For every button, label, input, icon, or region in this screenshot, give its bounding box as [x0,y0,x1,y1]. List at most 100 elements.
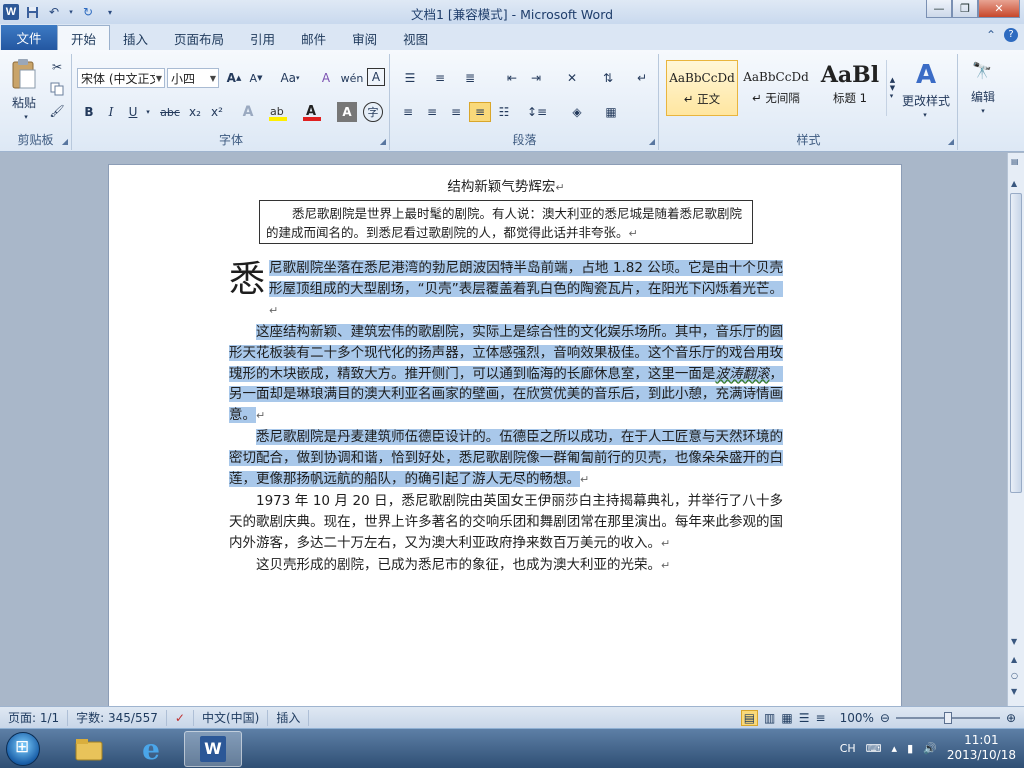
subscript-button[interactable]: x₂ [185,102,205,122]
scroll-up-icon[interactable]: ▲ [1011,179,1017,188]
line-spacing-icon[interactable]: ↕≡ [523,102,551,122]
keyboard-icon[interactable]: ⌨ [866,742,882,755]
superscript-button[interactable]: x² [207,102,227,122]
document-title[interactable]: 结构新颖气势辉宏↵ [109,175,903,195]
tray-expand-icon[interactable]: ▴ [892,742,898,755]
decrease-indent-icon[interactable]: ⇤ [501,68,523,88]
underline-dropdown-icon[interactable]: ▾ [143,102,153,122]
sort-icon[interactable]: ⇅ [597,68,619,88]
close-button[interactable]: ✕ [978,0,1020,18]
next-page-icon[interactable]: ▼ [1011,687,1017,696]
highlight-button[interactable]: ab [265,102,293,122]
shading-icon[interactable]: ◈ [563,102,591,122]
start-button[interactable] [6,732,40,766]
scrollbar-thumb[interactable] [1010,193,1022,493]
word-count[interactable]: 字数: 345/557 [68,709,167,726]
paste-icon[interactable] [8,56,40,92]
underline-button[interactable]: U [123,102,143,122]
show-marks-icon[interactable]: ↵ [631,68,653,88]
zoom-out-icon[interactable]: ⊖ [880,711,890,725]
font-launcher-icon[interactable]: ◢ [380,137,386,146]
zoom-slider[interactable] [895,712,1000,724]
justify-icon[interactable]: ≡ [469,102,491,122]
previous-page-icon[interactable]: ▲ [1011,655,1017,664]
align-left-icon[interactable]: ≡ [397,102,419,122]
insert-mode[interactable]: 插入 [268,709,310,726]
paragraph-launcher-icon[interactable]: ◢ [649,137,655,146]
asian-layout-icon[interactable]: ✕ [557,68,587,88]
bullets-icon[interactable]: ☰ [397,68,423,88]
language-indicator[interactable]: 中文(中国) [194,709,269,726]
redo-icon[interactable]: ↻ [79,3,97,21]
body-text[interactable]: 悉尼歌剧院坐落在悉尼港湾的勃尼朗波因特半岛前端，占地 1.82 公顷。它是由十个… [229,258,784,577]
font-name-dropdown[interactable]: 宋体 (中文正文) ▼ [77,68,165,88]
customize-qat-icon[interactable]: ▾ [101,3,119,21]
tab-file[interactable]: 文件 [1,25,57,50]
character-border-button[interactable]: A [367,68,385,86]
tab-review[interactable]: 审阅 [339,26,390,50]
clock[interactable]: 11:01 2013/10/18 [947,733,1016,763]
text-effects-icon[interactable]: A [237,102,259,122]
strikethrough-button[interactable]: abc [157,102,183,122]
draft-view-icon[interactable]: ≡ [816,711,826,725]
zoom-level[interactable]: 100% [840,711,874,725]
paragraph-4[interactable]: 1973 年 10 月 20 日，悉尼歌剧院由英国女王伊丽莎白主持揭幕典礼，并举… [229,491,783,555]
copy-icon[interactable] [48,80,66,98]
web-layout-icon[interactable]: ▦ [781,711,792,725]
paste-button[interactable]: 粘贴 [6,94,42,110]
format-painter-icon[interactable]: 🖌 [48,102,66,120]
clear-formatting-button[interactable]: A [315,68,337,88]
borders-icon[interactable]: ▦ [597,102,625,122]
paragraph-1[interactable]: 悉尼歌剧院坐落在悉尼港湾的勃尼朗波因特半岛前端，占地 1.82 公顷。它是由十个… [229,258,783,322]
paragraph-5[interactable]: 这贝壳形成的剧院，已成为悉尼市的象征，也成为澳大利亚的光荣。↵ [229,555,783,577]
change-case-button[interactable]: Aa ▾ [275,68,305,88]
undo-icon[interactable]: ↶ [45,3,63,21]
minimize-ribbon-icon[interactable]: ⌃ [986,28,996,42]
vertical-scrollbar[interactable]: ▤ ▲ ▼ ▲ ○ ▼ [1007,153,1024,706]
change-styles-button[interactable]: 更改样式 [898,92,954,108]
bold-button[interactable]: B [79,102,99,122]
browse-object-icon[interactable]: ○ [1011,671,1018,680]
ruler-toggle-icon[interactable]: ▤ [1011,157,1019,166]
save-icon[interactable] [23,3,41,21]
minimize-button[interactable]: — [926,0,952,18]
document-page[interactable]: 结构新颖气势辉宏↵ 悉尼歌剧院是世界上最时髦的剧院。有人说：澳大利亚的悉尼城是随… [108,164,902,706]
scroll-down-icon[interactable]: ▼ [1011,637,1017,646]
ime-indicator[interactable]: CH [840,742,856,755]
multilevel-list-icon[interactable]: ≣ [457,68,483,88]
font-color-button[interactable]: A [299,102,327,122]
outline-view-icon[interactable]: ☰ [799,711,810,725]
zoom-slider-thumb[interactable] [943,712,952,724]
word-taskbar-icon[interactable]: W [184,731,242,767]
editing-button[interactable]: 编辑 [963,88,1003,104]
undo-dropdown-icon[interactable]: ▾ [67,3,75,21]
increase-indent-icon[interactable]: ⇥ [525,68,547,88]
explorer-icon[interactable] [60,731,118,767]
change-styles-icon[interactable]: A [904,60,948,90]
volume-icon[interactable]: 🔊 [923,742,937,755]
clipboard-launcher-icon[interactable]: ◢ [62,137,68,146]
print-layout-view-icon[interactable]: ▤ [740,710,759,726]
paragraph-2[interactable]: 这座结构新颖、建筑宏伟的歌剧院，实际上是综合性的文化娱乐场所。其中，音乐厅的圆形… [229,322,784,428]
help-icon[interactable]: ? [1004,28,1018,42]
paste-dropdown-icon[interactable]: ▾ [21,112,31,122]
zoom-in-icon[interactable]: ⊕ [1006,711,1016,725]
tab-mailings[interactable]: 邮件 [288,26,339,50]
align-center-icon[interactable]: ≡ [421,102,443,122]
tab-view[interactable]: 视图 [390,26,441,50]
internet-explorer-icon[interactable]: e [122,731,180,767]
find-icon[interactable]: 🔭 [969,58,995,82]
quote-text-box[interactable]: 悉尼歌剧院是世界上最时髦的剧院。有人说：澳大利亚的悉尼城是随着悉尼歌剧院的建成而… [259,200,753,244]
enclose-characters-icon[interactable]: 字 [363,102,383,122]
numbering-icon[interactable]: ≡ [427,68,453,88]
full-screen-reading-icon[interactable]: ▥ [764,711,775,725]
tab-home[interactable]: 开始 [57,25,111,50]
tab-insert[interactable]: 插入 [110,26,161,50]
word-logo-icon[interactable]: W [3,4,19,20]
phonetic-guide-button[interactable]: wén [339,68,365,88]
shrink-font-button[interactable]: A ▼ [245,68,267,88]
grow-font-button[interactable]: A ▲ [223,68,245,88]
paragraph-3[interactable]: 悉尼歌剧院是丹麦建筑师伍德臣设计的。伍德臣之所以成功，在于人工匠意与天然环境的密… [229,427,783,491]
style-no-spacing[interactable]: AaBbCcDd ↵ 无间隔 [740,60,812,116]
align-right-icon[interactable]: ≡ [445,102,467,122]
